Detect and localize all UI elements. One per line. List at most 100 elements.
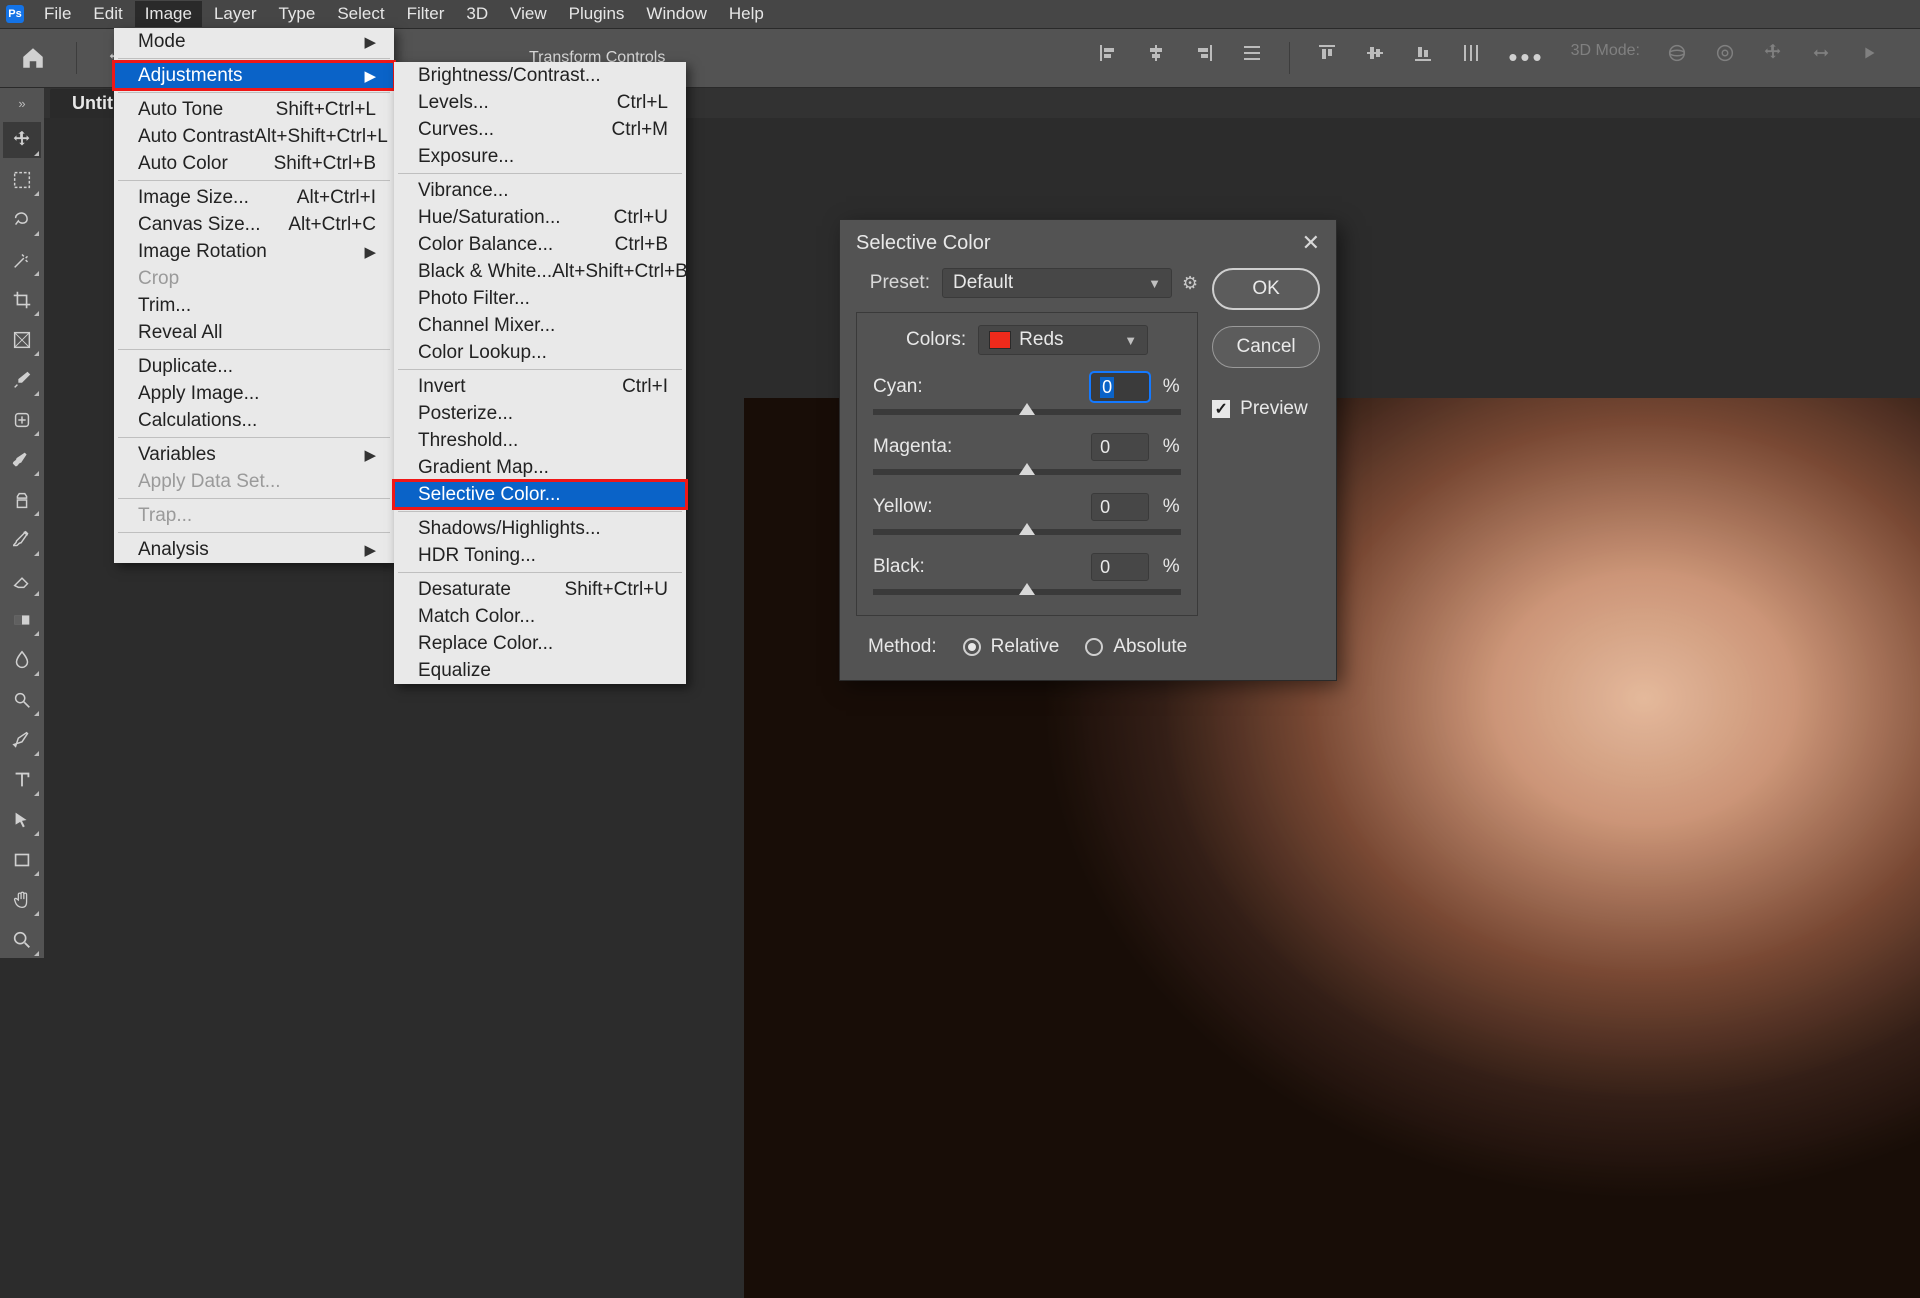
slider-value-black[interactable]: 0 (1091, 553, 1149, 581)
menuitem-desaturate[interactable]: DesaturateShift+Ctrl+U (394, 576, 686, 603)
slider-thumb-icon[interactable] (1019, 523, 1035, 535)
align-right-icon[interactable] (1193, 42, 1215, 64)
expand-tools-icon[interactable]: » (0, 88, 44, 118)
tool-zoom[interactable] (3, 922, 41, 958)
align-left-icon[interactable] (1097, 42, 1119, 64)
distribute-icon[interactable] (1241, 42, 1263, 64)
3d-orbit-icon[interactable] (1666, 42, 1688, 64)
menu-help[interactable]: Help (719, 1, 774, 27)
menuitem-trim[interactable]: Trim... (114, 292, 394, 319)
cancel-button[interactable]: Cancel (1212, 326, 1320, 368)
tool-frame[interactable] (3, 322, 41, 358)
align-bottom-icon[interactable] (1412, 42, 1434, 64)
menuitem-calculations[interactable]: Calculations... (114, 407, 394, 434)
menuitem-mode[interactable]: Mode▶ (114, 28, 394, 55)
3d-slide-icon[interactable] (1810, 42, 1832, 64)
menuitem-duplicate[interactable]: Duplicate... (114, 353, 394, 380)
tool-blur[interactable] (3, 642, 41, 678)
menu-select[interactable]: Select (327, 1, 394, 27)
tool-gradient[interactable] (3, 602, 41, 638)
tool-pen[interactable] (3, 722, 41, 758)
home-icon[interactable] (20, 45, 46, 71)
tool-hand[interactable] (3, 882, 41, 918)
tool-move[interactable] (3, 122, 41, 158)
menuitem-curves[interactable]: Curves...Ctrl+M (394, 116, 686, 143)
method-absolute-radio[interactable]: Absolute (1085, 636, 1187, 658)
menuitem-image-rotation[interactable]: Image Rotation▶ (114, 238, 394, 265)
menuitem-equalize[interactable]: Equalize (394, 657, 686, 684)
tool-path-select[interactable] (3, 802, 41, 838)
menuitem-auto-color[interactable]: Auto ColorShift+Ctrl+B (114, 150, 394, 177)
tool-clone[interactable] (3, 482, 41, 518)
distribute-v-icon[interactable] (1460, 42, 1482, 64)
menuitem-levels[interactable]: Levels...Ctrl+L (394, 89, 686, 116)
more-options-icon[interactable]: ••• (1508, 42, 1544, 74)
menu-3d[interactable]: 3D (456, 1, 498, 27)
menuitem-brightness-contrast[interactable]: Brightness/Contrast... (394, 62, 686, 89)
menu-type[interactable]: Type (268, 1, 325, 27)
align-hcenter-icon[interactable] (1145, 42, 1167, 64)
menuitem-hdr-toning[interactable]: HDR Toning... (394, 542, 686, 569)
menuitem-image-size[interactable]: Image Size...Alt+Ctrl+I (114, 184, 394, 211)
tool-eyedropper[interactable] (3, 362, 41, 398)
slider-track-black[interactable] (873, 589, 1181, 595)
tool-history-brush[interactable] (3, 522, 41, 558)
preview-checkbox[interactable]: Preview (1212, 398, 1320, 420)
menuitem-channel-mixer[interactable]: Channel Mixer... (394, 312, 686, 339)
menuitem-shadows-highlights[interactable]: Shadows/Highlights... (394, 515, 686, 542)
method-relative-radio[interactable]: Relative (963, 636, 1060, 658)
menuitem-black-white[interactable]: Black & White...Alt+Shift+Ctrl+B (394, 258, 686, 285)
menu-image[interactable]: Image (135, 1, 202, 27)
menu-plugins[interactable]: Plugins (559, 1, 635, 27)
tool-wand[interactable] (3, 242, 41, 278)
tool-lasso[interactable] (3, 202, 41, 238)
menu-window[interactable]: Window (636, 1, 716, 27)
align-top-icon[interactable] (1316, 42, 1338, 64)
tool-dodge[interactable] (3, 682, 41, 718)
menuitem-match-color[interactable]: Match Color... (394, 603, 686, 630)
tool-eraser[interactable] (3, 562, 41, 598)
menuitem-hue-saturation[interactable]: Hue/Saturation...Ctrl+U (394, 204, 686, 231)
menuitem-selective-color[interactable]: Selective Color... (394, 481, 686, 508)
slider-thumb-icon[interactable] (1019, 463, 1035, 475)
colors-dropdown[interactable]: Reds ▼ (978, 325, 1148, 355)
menu-view[interactable]: View (500, 1, 557, 27)
menu-file[interactable]: File (34, 1, 81, 27)
tool-type[interactable] (3, 762, 41, 798)
ok-button[interactable]: OK (1212, 268, 1320, 310)
slider-track-cyan[interactable] (873, 409, 1181, 415)
slider-value-cyan[interactable]: 0 (1091, 373, 1149, 401)
menuitem-auto-tone[interactable]: Auto ToneShift+Ctrl+L (114, 96, 394, 123)
menuitem-auto-contrast[interactable]: Auto ContrastAlt+Shift+Ctrl+L (114, 123, 394, 150)
slider-thumb-icon[interactable] (1019, 583, 1035, 595)
menuitem-vibrance[interactable]: Vibrance... (394, 177, 686, 204)
slider-value-yellow[interactable]: 0 (1091, 493, 1149, 521)
menu-layer[interactable]: Layer (204, 1, 267, 27)
menuitem-invert[interactable]: InvertCtrl+I (394, 373, 686, 400)
menuitem-gradient-map[interactable]: Gradient Map... (394, 454, 686, 481)
menu-edit[interactable]: Edit (83, 1, 132, 27)
tool-heal[interactable] (3, 402, 41, 438)
slider-track-magenta[interactable] (873, 469, 1181, 475)
tool-brush[interactable] (3, 442, 41, 478)
menuitem-canvas-size[interactable]: Canvas Size...Alt+Ctrl+C (114, 211, 394, 238)
menuitem-replace-color[interactable]: Replace Color... (394, 630, 686, 657)
slider-track-yellow[interactable] (873, 529, 1181, 535)
menuitem-analysis[interactable]: Analysis▶ (114, 536, 394, 563)
align-vcenter-icon[interactable] (1364, 42, 1386, 64)
menuitem-color-lookup[interactable]: Color Lookup... (394, 339, 686, 366)
3d-scale-icon[interactable] (1858, 42, 1880, 64)
menuitem-photo-filter[interactable]: Photo Filter... (394, 285, 686, 312)
menuitem-posterize[interactable]: Posterize... (394, 400, 686, 427)
menuitem-adjustments[interactable]: Adjustments▶ (114, 62, 394, 89)
slider-thumb-icon[interactable] (1019, 403, 1035, 415)
menuitem-apply-image[interactable]: Apply Image... (114, 380, 394, 407)
slider-value-magenta[interactable]: 0 (1091, 433, 1149, 461)
3d-roll-icon[interactable] (1714, 42, 1736, 64)
menu-filter[interactable]: Filter (397, 1, 455, 27)
menuitem-threshold[interactable]: Threshold... (394, 427, 686, 454)
tool-crop[interactable] (3, 282, 41, 318)
tool-rectangle[interactable] (3, 842, 41, 878)
menuitem-reveal-all[interactable]: Reveal All (114, 319, 394, 346)
gear-icon[interactable]: ⚙ (1182, 273, 1198, 294)
